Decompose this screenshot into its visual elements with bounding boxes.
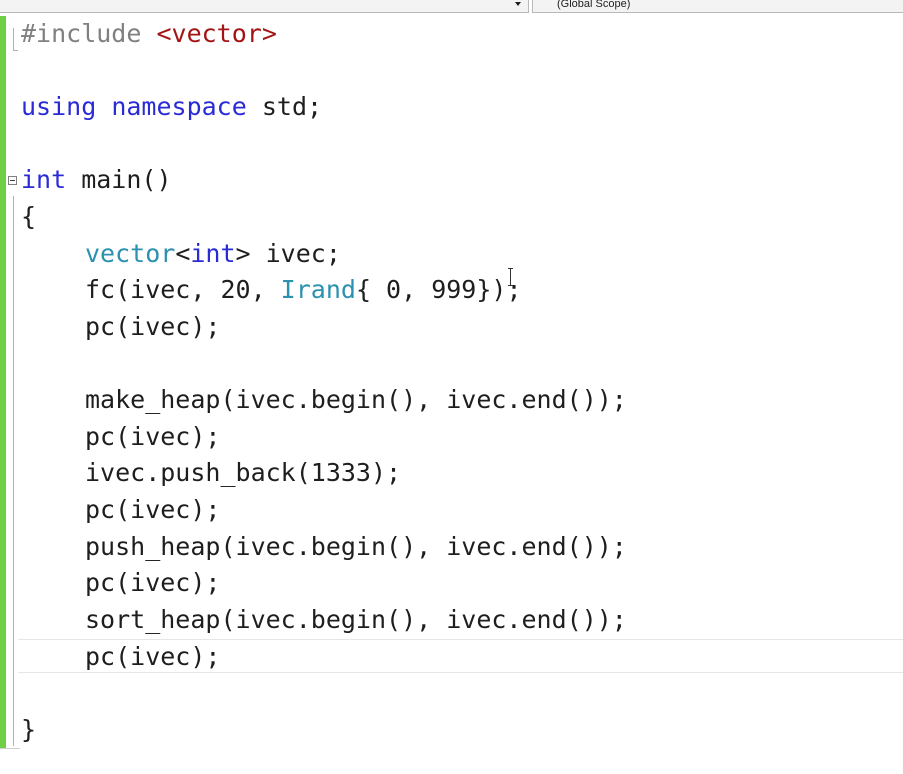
preprocessor-directive: #include: [21, 19, 157, 48]
code-token: <: [175, 239, 191, 268]
navigation-bar: (Global Scope): [0, 0, 903, 16]
namespace-name: std;: [246, 92, 323, 121]
code-line-11: make_heap(ivec.begin(), ivec.end());: [85, 385, 627, 414]
collapse-icon[interactable]: [8, 176, 17, 185]
code-line-17: sort_heap(ivec.begin(), ivec.end());: [85, 605, 627, 634]
code-line-14: pc(ivec);: [85, 495, 221, 524]
code-line-9: pc(ivec);: [85, 312, 221, 341]
code-line-7: vector<int> ivec;: [21, 236, 341, 272]
code-token: { 0, 999});: [355, 275, 522, 304]
code-line-18: pc(ivec);: [85, 642, 221, 671]
type-irand: Irand: [280, 275, 356, 304]
include-header: <vector>: [156, 19, 277, 48]
code-line-16: pc(ivec);: [85, 568, 221, 597]
code-token: fc(ivec, 20,: [85, 275, 281, 304]
code-line-8: fc(ivec, 20, Irand{ 0, 999});: [21, 272, 522, 308]
keyword-int: int: [190, 239, 236, 268]
keyword-int: int: [21, 165, 67, 194]
code-line-13: ivec.push_back(1333);: [85, 458, 402, 487]
code-line-12: pc(ivec);: [85, 422, 221, 451]
function-signature: main(): [66, 165, 172, 194]
code-token: > ivec;: [235, 239, 341, 268]
divider: [0, 748, 20, 749]
text-cursor-icon: [508, 268, 513, 286]
scope-dropdown-label: (Global Scope): [557, 0, 631, 10]
code-line-6: {: [21, 202, 37, 231]
member-dropdown[interactable]: [0, 0, 529, 13]
scope-dropdown[interactable]: (Global Scope): [532, 0, 903, 13]
keyword-using: using: [21, 92, 97, 121]
code-line-15: push_heap(ivec.begin(), ivec.end());: [85, 532, 627, 561]
outline-guide-include: [13, 28, 18, 51]
code-line-5: int main(): [21, 162, 172, 198]
keyword-namespace: namespace: [111, 92, 247, 121]
type-vector: vector: [85, 239, 176, 268]
outline-guide-main: [13, 196, 14, 746]
change-tracking-bar: [0, 16, 6, 748]
chevron-down-icon[interactable]: [515, 2, 521, 6]
code-line-20: }: [21, 715, 37, 744]
code-line-1: #include <vector>: [21, 16, 277, 52]
code-line-3: using namespace std;: [21, 89, 322, 125]
